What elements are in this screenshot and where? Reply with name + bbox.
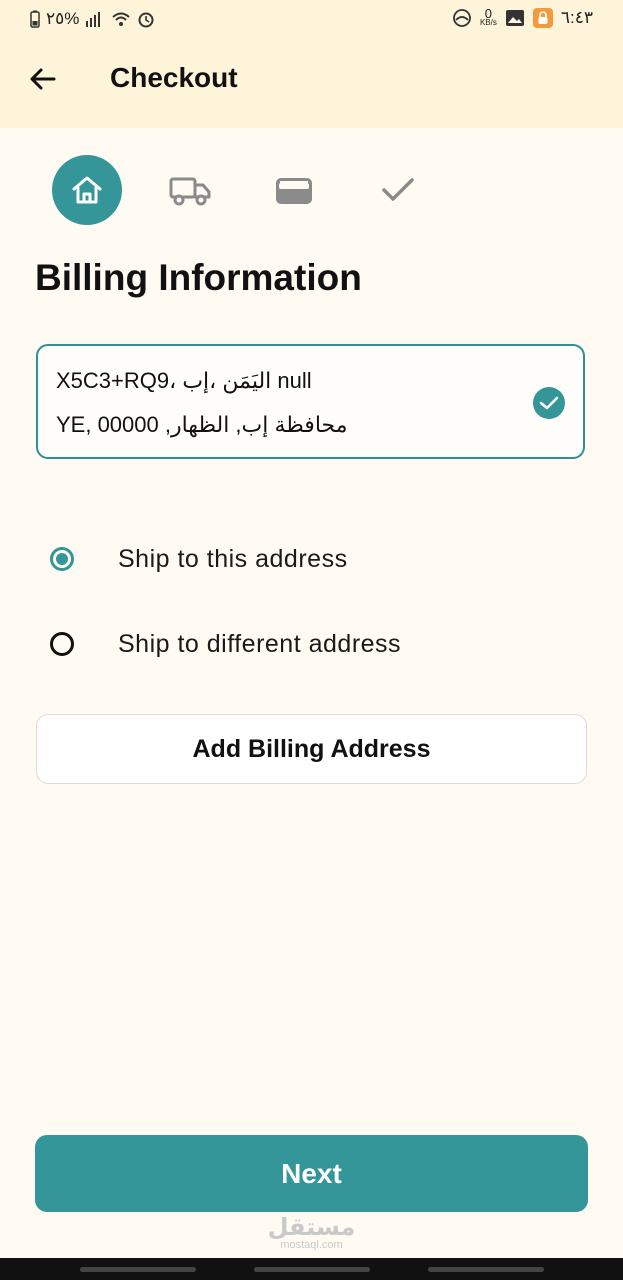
- home-icon: [72, 176, 102, 204]
- watermark-latin: mostaql.com: [280, 1239, 343, 1251]
- check-icon: [382, 178, 414, 201]
- clock: ٦:٤٣: [560, 8, 593, 27]
- option-label: Ship to this address: [118, 544, 348, 573]
- address-line-2: محافظة إب, الظهار, YE, 00000: [56, 412, 348, 437]
- alarm-icon: [138, 12, 154, 28]
- battery-percent: ٢٥%: [46, 9, 80, 28]
- page-title: Checkout: [110, 62, 238, 93]
- radio-unselected-icon[interactable]: [50, 632, 74, 656]
- nav-recent-button[interactable]: [80, 1267, 196, 1272]
- arrow-left-icon: [30, 68, 56, 90]
- net-speed: 0 KB/s: [479, 6, 497, 27]
- status-right: 0 KB/s ٦:٤٣: [452, 6, 593, 28]
- app-bar: Checkout: [0, 40, 623, 128]
- radio-selected-icon[interactable]: [50, 547, 74, 571]
- wallet-icon: [276, 178, 312, 204]
- net-speed-unit: KB/s: [479, 18, 497, 27]
- step-shipping[interactable]: [155, 155, 225, 225]
- option-ship-different-address[interactable]: Ship to different address: [50, 624, 401, 664]
- add-billing-address-button[interactable]: Add Billing Address: [36, 714, 587, 784]
- nav-back-button[interactable]: [428, 1267, 544, 1272]
- step-address[interactable]: [52, 155, 122, 225]
- weather-icon: [453, 9, 471, 27]
- truck-icon: [169, 177, 211, 206]
- status-left: ٢٥%: [30, 9, 155, 29]
- section-title: Billing Information: [35, 257, 362, 298]
- back-button[interactable]: [26, 62, 60, 96]
- next-button[interactable]: Next: [35, 1135, 588, 1212]
- option-label: Ship to different address: [118, 629, 402, 658]
- option-ship-this-address[interactable]: Ship to this address: [50, 539, 348, 579]
- step-payment[interactable]: [259, 155, 329, 225]
- step-confirm[interactable]: [363, 155, 433, 225]
- watermark-arabic: مستقل: [267, 1214, 356, 1241]
- address-line-1: X5C3+RQ9، اليَمَن ،إب null: [56, 368, 312, 393]
- battery-icon: [30, 10, 40, 28]
- nav-home-button[interactable]: [254, 1267, 370, 1272]
- status-bar: ٢٥% 0 KB/s ٦:٤٣: [0, 0, 623, 40]
- selected-check-icon: [533, 387, 565, 419]
- watermark: مستقل mostaql.com: [0, 1216, 623, 1251]
- billing-address-card[interactable]: X5C3+RQ9، اليَمَن ،إب null محافظة إب, ال…: [36, 344, 585, 459]
- wifi-icon: [112, 12, 131, 26]
- net-speed-value: 0: [484, 6, 493, 21]
- checkout-stepper: [0, 155, 623, 225]
- signal-icon: [86, 12, 101, 27]
- system-nav-bar: [0, 1258, 623, 1280]
- gallery-icon: [505, 10, 524, 26]
- lock-icon: [532, 8, 553, 28]
